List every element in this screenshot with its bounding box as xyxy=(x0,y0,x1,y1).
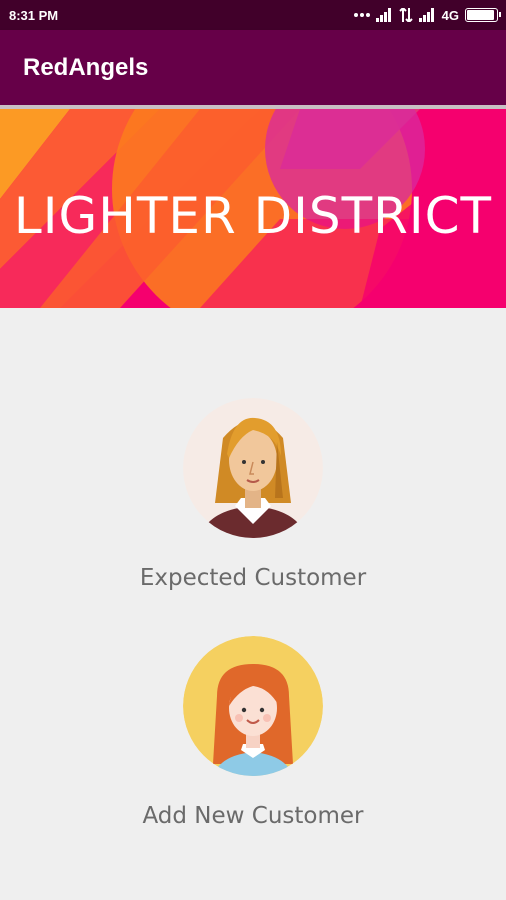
expected-customer-option[interactable]: Expected Customer xyxy=(0,398,506,591)
battery-level xyxy=(467,10,495,20)
signal-icon xyxy=(375,8,391,22)
add-new-customer-option[interactable]: Add New Customer xyxy=(0,636,506,829)
network-type: 4G xyxy=(441,7,459,23)
banner: LIGHTER DISTRICT xyxy=(0,109,506,308)
expected-customer-label[interactable]: Expected Customer xyxy=(0,565,506,591)
data-transfer-icon xyxy=(398,8,413,22)
battery-icon xyxy=(465,8,501,22)
status-time: 8:31 PM xyxy=(9,7,59,23)
banner-title: LIGHTER DISTRICT xyxy=(13,187,493,245)
status-bar: 8:31 PM 4G xyxy=(0,0,506,30)
add-new-customer-label[interactable]: Add New Customer xyxy=(0,803,506,829)
dots-icon xyxy=(353,13,370,17)
signal-icon xyxy=(418,8,434,22)
status-icons: 4G xyxy=(353,7,501,23)
app-bar: RedAngels xyxy=(0,30,506,105)
girl-avatar-icon[interactable] xyxy=(183,636,323,776)
woman-avatar-icon[interactable] xyxy=(183,398,323,538)
app-title: RedAngels xyxy=(23,53,149,81)
